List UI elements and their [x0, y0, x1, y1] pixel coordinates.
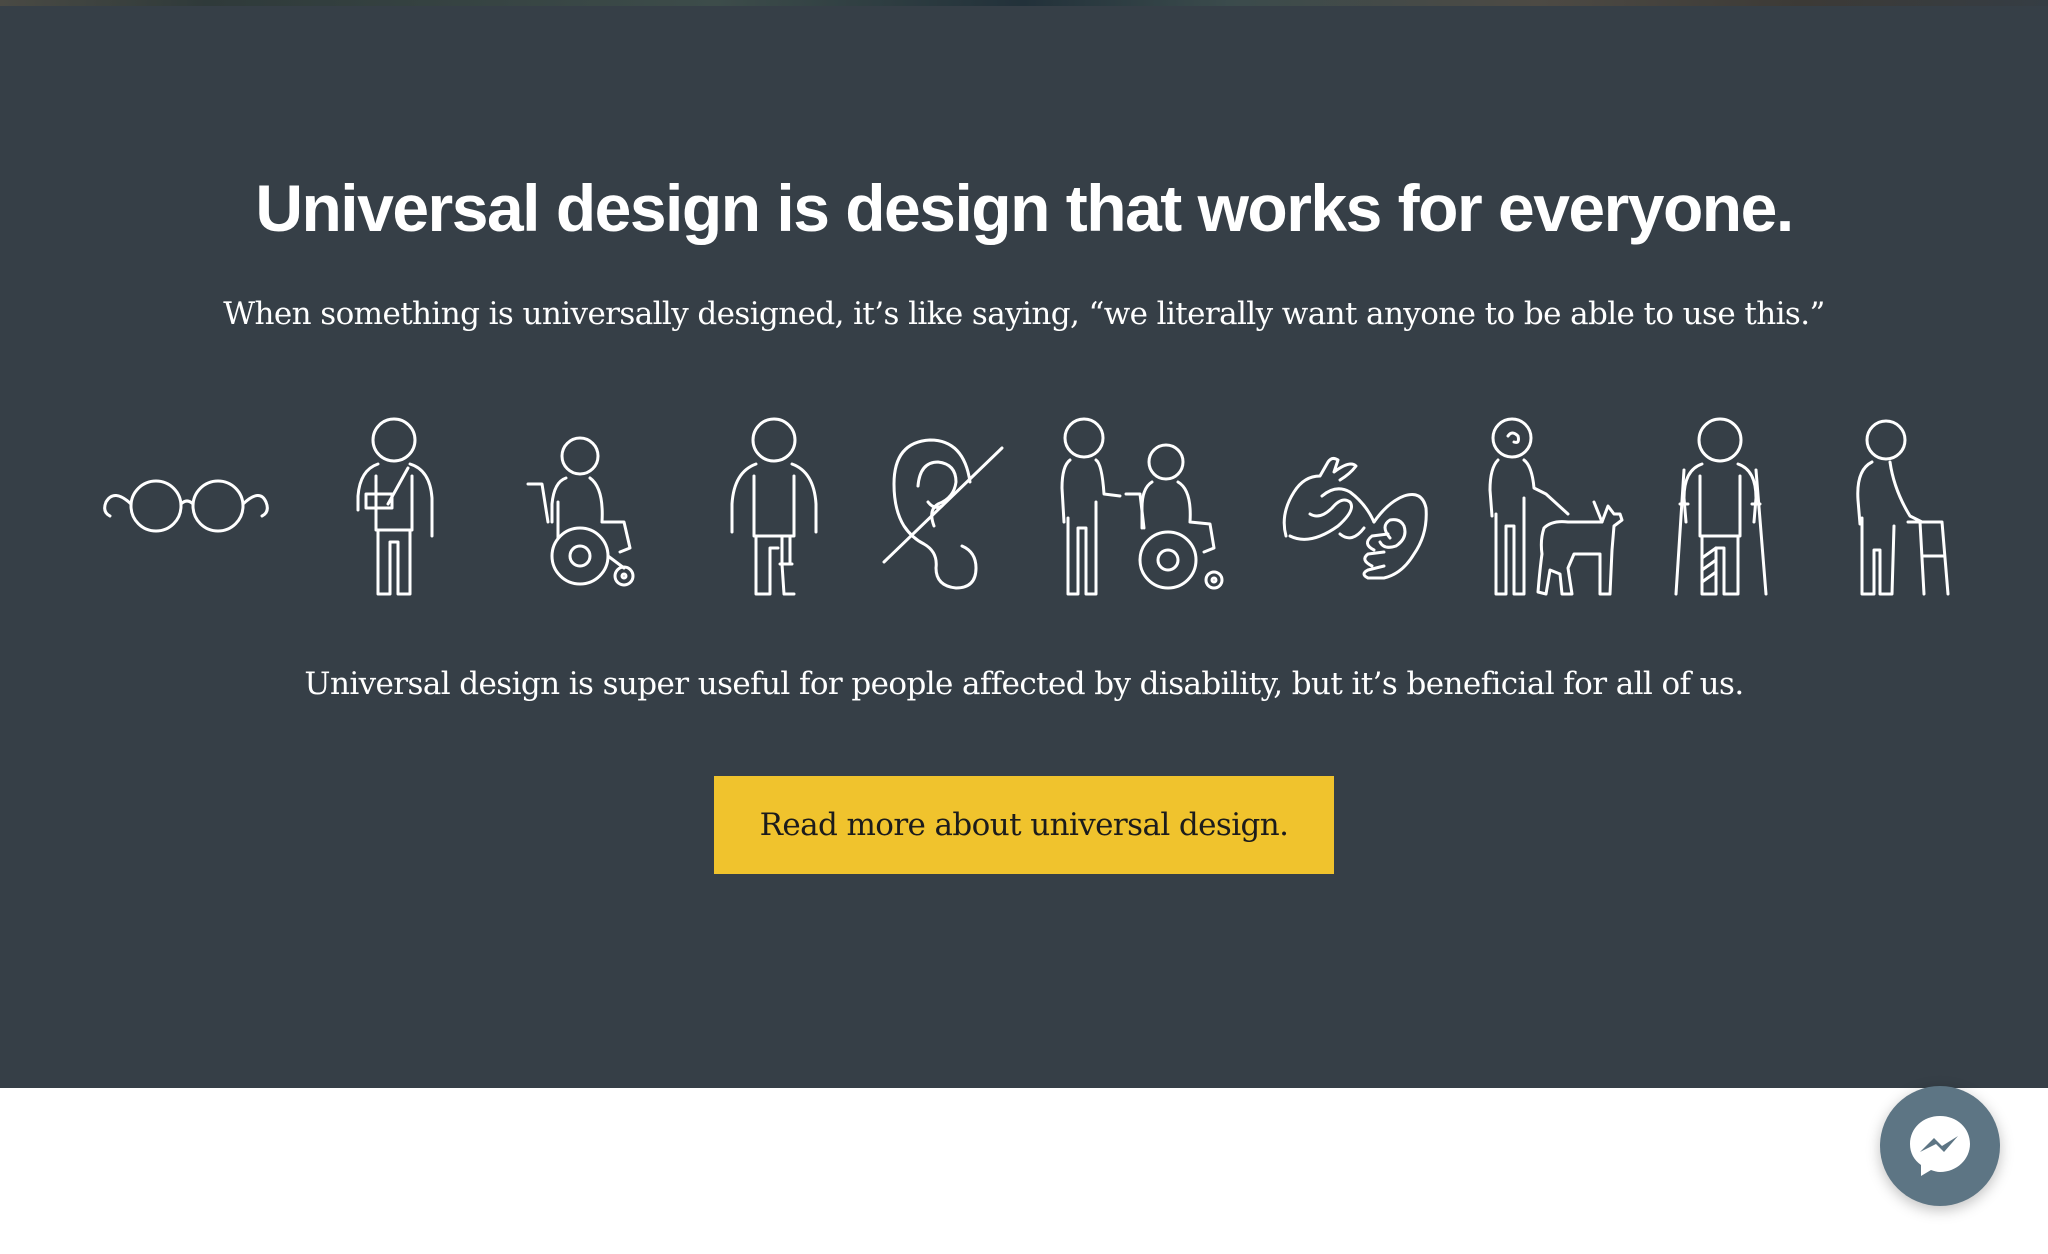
messenger-chat-button[interactable] — [1880, 1086, 2000, 1206]
wheelchair-user-icon — [526, 436, 635, 587]
disability-icons-row — [100, 417, 1960, 602]
person-helping-wheelchair-user-icon — [1060, 417, 1224, 596]
read-more-button-label: Read more about universal design. — [759, 807, 1289, 843]
messenger-icon — [1910, 1116, 1970, 1176]
read-more-button[interactable]: Read more about universal design. — [714, 776, 1334, 874]
body-text: Universal design is super useful for peo… — [304, 666, 1744, 702]
glasses-icon — [103, 479, 269, 533]
person-with-crutches-icon — [1674, 417, 1768, 596]
arm-sling-person-icon — [356, 417, 434, 596]
universal-design-section: Universal design is design that works fo… — [0, 6, 2048, 1088]
sign-language-hands-icon — [1282, 456, 1428, 580]
prosthetic-leg-person-icon — [730, 417, 818, 596]
subheadline: When something is universally designed, … — [223, 296, 1825, 332]
deaf-ear-icon — [882, 438, 1004, 590]
page-title: Universal design is design that works fo… — [255, 171, 1794, 245]
person-with-walker-icon — [1856, 419, 1950, 596]
person-with-guide-dog-icon — [1488, 417, 1624, 596]
